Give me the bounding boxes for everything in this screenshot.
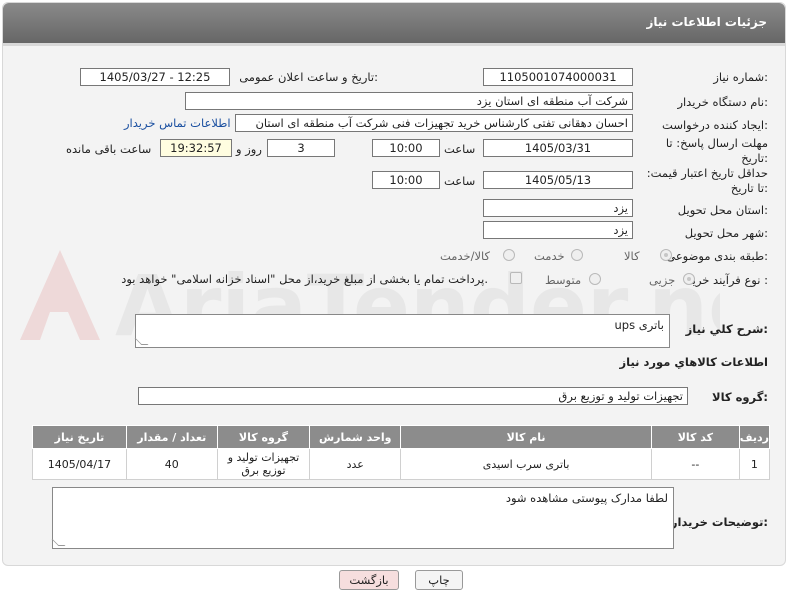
description-text: باتری ups (614, 318, 664, 332)
creator-label: ایجاد کننده درخواست: (662, 118, 768, 132)
col-group: گروه کالا (216, 425, 311, 449)
goods-section-title: اطلاعات کالاهاي مورد نياز (619, 355, 768, 369)
buyer-notes-text: لطفا مدارک پیوستی مشاهده شود (505, 491, 668, 505)
announce-label: تاریخ و ساعت اعلان عمومی: (239, 70, 378, 84)
category-option-goods: کالا (624, 249, 640, 263)
price-date-field: 1405/05/13 (483, 171, 633, 189)
back-button[interactable]: بازگشت (339, 570, 399, 590)
province-field: یزد (483, 199, 633, 217)
buyer-notes-field: لطفا مدارک پیوستی مشاهده شود (51, 487, 674, 549)
goods-table-header: تاریخ نیاز تعداد / مقدار گروه کالا واحد … (32, 425, 771, 449)
goods-table: تاریخ نیاز تعداد / مقدار گروه کالا واحد … (32, 425, 771, 480)
category-radio-both[interactable] (503, 249, 515, 261)
category-radio-service[interactable] (571, 249, 583, 261)
process-option-medium: متوسط (545, 273, 582, 287)
resize-grip-icon[interactable] (134, 338, 149, 345)
reply-time-label: ساعت (444, 142, 476, 156)
col-quantity: تعداد / مقدار (125, 425, 218, 449)
remaining-time-field: 19:32:57 (160, 139, 232, 157)
process-label: نوع فرآیند خرید : (686, 273, 768, 287)
goods-group-field: تجهیزات تولید و توزیع برق (138, 387, 688, 405)
creator-field: احسان دهقانی تفتی کارشناس خرید تجهیزات ف… (235, 114, 633, 132)
treasury-checkbox[interactable] (510, 272, 522, 284)
process-radio-minor[interactable] (683, 273, 695, 285)
days-label: روز و (236, 142, 262, 156)
reply-date-field: 1405/03/31 (483, 139, 633, 157)
category-option-both: کالا/خدمت (440, 249, 491, 263)
buyer-field: شرکت آب منطقه ای استان یزد (185, 92, 633, 110)
price-time-label: ساعت (444, 174, 476, 188)
panel-title: جزئیات اطلاعات نیاز (646, 15, 767, 29)
need-number-label: شماره نیاز: (713, 70, 768, 84)
process-option-minor: جزیی (649, 273, 676, 287)
cell-quantity: 40 (125, 448, 218, 480)
price-deadline-label: حداقل تاریخ اعتبار قیمت: تا تاریخ: (646, 166, 768, 195)
price-time-field: 10:00 (372, 171, 440, 189)
category-radio-goods[interactable] (660, 249, 672, 261)
city-label: شهر محل تحویل: (684, 226, 768, 240)
table-row: 1405/04/17 40 تجهیزات تولید و توزیع برق … (32, 448, 771, 480)
cell-group: تجهیزات تولید و توزیع برق (216, 448, 311, 480)
buyer-label: نام دستگاه خریدار: (677, 95, 768, 109)
announce-field: 1405/03/27 - 12:25 (80, 68, 230, 86)
need-number-field: 1105001074000031 (483, 68, 633, 86)
days-field: 3 (267, 139, 335, 157)
cell-code: -- (651, 448, 740, 480)
col-code: کد کالا (651, 425, 740, 449)
cell-name: باتری سرب اسیدی (400, 448, 653, 480)
province-label: استان محل تحویل: (677, 203, 768, 217)
cell-need-date: 1405/04/17 (32, 448, 127, 480)
city-field: یزد (483, 221, 633, 239)
panel-header: جزئیات اطلاعات نیاز (3, 3, 785, 46)
buyer-notes-label: توضیحات خریدار: (670, 515, 768, 529)
category-label: طبقه بندی موضوعی: (666, 249, 768, 263)
treasury-note: پرداخت تمام یا بخشی از مبلغ خرید،از محل … (121, 272, 488, 286)
resize-grip-icon[interactable] (51, 539, 66, 546)
col-unit: واحد شمارش (309, 425, 402, 449)
remaining-label: ساعت باقی مانده (66, 142, 152, 156)
description-label: شرح کلي نياز: (685, 322, 768, 336)
col-name: نام کالا (400, 425, 653, 449)
process-radio-medium[interactable] (589, 273, 601, 285)
reply-deadline-label: مهلت ارسال پاسخ: تا تاریخ: (665, 136, 768, 165)
category-option-service: خدمت (534, 249, 565, 263)
goods-group-label: گروه کالا: (712, 390, 768, 404)
cell-unit: عدد (309, 448, 402, 480)
cell-row: 1 (738, 448, 771, 480)
col-need-date: تاریخ نیاز (32, 425, 127, 449)
contact-buyer-link[interactable]: اطلاعات تماس خریدار (124, 116, 231, 130)
reply-time-field: 10:00 (372, 139, 440, 157)
col-row: رديف (738, 425, 771, 449)
description-field: باتری ups (134, 314, 670, 348)
print-button[interactable]: چاپ (415, 570, 463, 590)
